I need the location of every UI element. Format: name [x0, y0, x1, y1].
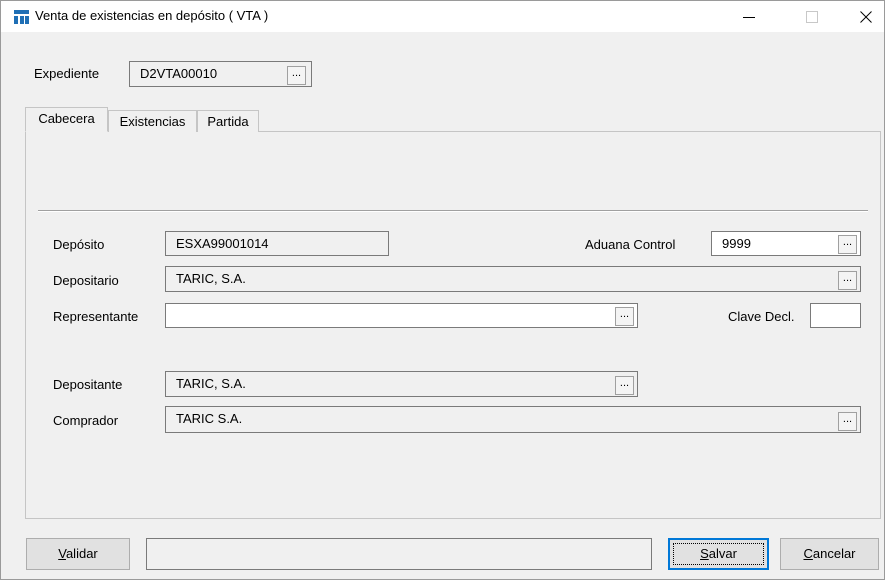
taric-app-icon: [14, 10, 29, 24]
tab-partida[interactable]: Partida: [197, 110, 259, 132]
salvar-button[interactable]: Salvar: [668, 538, 769, 570]
comprador-browse-button[interactable]: ...: [838, 412, 857, 431]
status-field: [146, 538, 652, 570]
maximize-icon: [806, 10, 818, 23]
deposito-value: ESXA99001014: [176, 236, 269, 251]
focus-ring: [673, 543, 764, 565]
depositante-field[interactable]: TARIC, S.A. ...: [165, 371, 638, 397]
title-bar: Venta de existencias en depósito ( VTA ): [1, 1, 884, 32]
aduana-control-field[interactable]: 9999 ...: [711, 231, 861, 256]
maximize-button[interactable]: [789, 1, 835, 32]
validar-mnemonic: V: [58, 546, 66, 561]
window: Venta de existencias en depósito ( VTA )…: [0, 0, 885, 580]
aduana-control-value: 9999: [722, 236, 751, 251]
depositante-value: TARIC, S.A.: [176, 376, 246, 391]
comprador-field[interactable]: TARIC S.A. ...: [165, 406, 861, 433]
separator: [38, 210, 868, 212]
close-button[interactable]: [843, 1, 885, 32]
depositario-browse-button[interactable]: ...: [838, 271, 857, 290]
depositario-field[interactable]: TARIC, S.A. ...: [165, 266, 861, 292]
validar-button[interactable]: Validar: [26, 538, 130, 570]
clave-decl-label: Clave Decl.: [728, 309, 795, 324]
expediente-browse-button[interactable]: ...: [287, 66, 306, 85]
aduana-control-label: Aduana Control: [585, 237, 676, 252]
representante-label: Representante: [53, 309, 139, 324]
cancelar-label: ancelar: [812, 546, 856, 561]
deposito-label: Depósito: [53, 237, 105, 252]
minimize-icon: [743, 16, 755, 18]
window-title: Venta de existencias en depósito ( VTA ): [35, 8, 269, 23]
comprador-value: TARIC S.A.: [176, 411, 243, 426]
expediente-field[interactable]: D2VTA00010 ...: [129, 61, 312, 87]
minimize-button[interactable]: [726, 1, 772, 32]
cancelar-mnemonic: C: [803, 546, 813, 561]
expediente-value: D2VTA00010: [140, 66, 218, 81]
tab-existencias[interactable]: Existencias: [108, 110, 197, 132]
depositante-browse-button[interactable]: ...: [615, 376, 634, 395]
depositante-label: Depositante: [53, 377, 123, 392]
depositario-value: TARIC, S.A.: [176, 271, 246, 286]
close-icon: [860, 10, 872, 23]
representante-field[interactable]: ...: [165, 303, 638, 328]
cancelar-button[interactable]: Cancelar: [780, 538, 879, 570]
clave-decl-field[interactable]: [810, 303, 861, 328]
comprador-label: Comprador: [53, 413, 119, 428]
expediente-label: Expediente: [34, 66, 100, 81]
validar-label: alidar: [65, 546, 98, 561]
representante-browse-button[interactable]: ...: [615, 307, 634, 326]
tab-cabecera[interactable]: Cabecera: [25, 107, 108, 132]
aduana-control-browse-button[interactable]: ...: [838, 235, 857, 254]
deposito-field[interactable]: ESXA99001014: [165, 231, 389, 256]
depositario-label: Depositario: [53, 273, 119, 288]
